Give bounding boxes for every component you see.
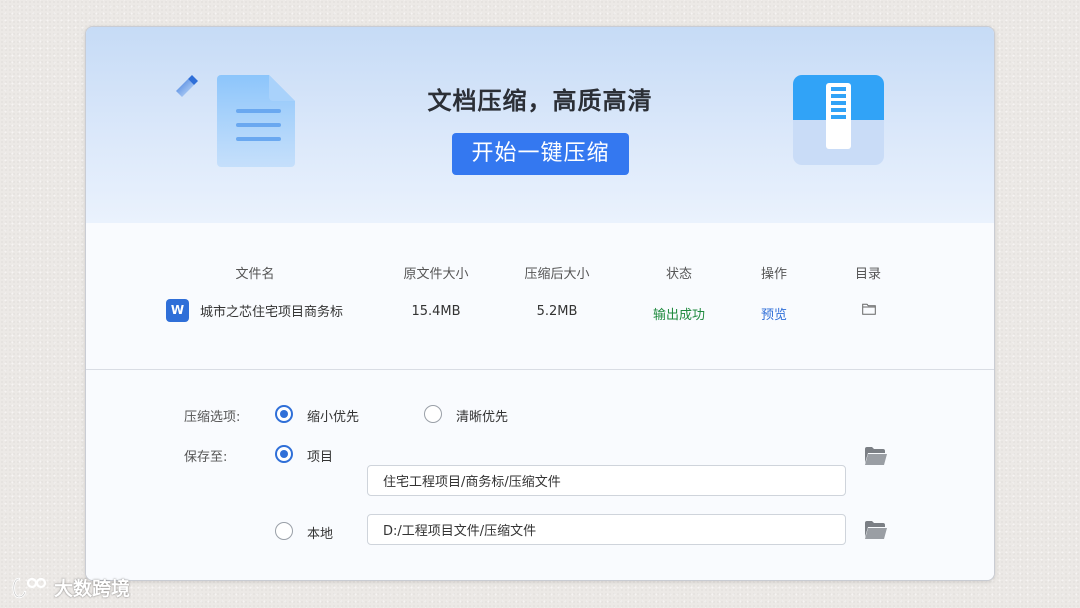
table-row: W 城市之芯住宅项目商务标 — [166, 299, 343, 322]
header-filename: 文件名 — [235, 267, 275, 282]
watermark: 大数跨境 — [10, 574, 130, 601]
header-original-size: 原文件大小 — [403, 267, 469, 282]
radio-save-local[interactable] — [275, 522, 293, 540]
save-local-label[interactable]: 本地 — [307, 523, 333, 542]
header-status: 状态 — [665, 267, 693, 282]
header-action: 操作 — [760, 267, 788, 282]
hero-banner: 文档压缩，高质高清 开始一键压缩 — [86, 27, 994, 223]
watermark-text: 大数跨境 — [54, 578, 131, 600]
options-panel: 压缩选项: 缩小优先 清晰优先 保存至: 项目 本地 — [86, 370, 994, 580]
original-size: 15.4MB — [411, 304, 461, 319]
compress-options-label: 压缩选项: — [184, 410, 241, 425]
file-table: 文件名 原文件大小 压缩后大小 状态 操作 目录 W 城市之芯住宅项目商务标 1… — [86, 223, 994, 369]
compressed-size: 5.2MB — [536, 304, 578, 319]
header-compressed-size: 压缩后大小 — [524, 267, 590, 282]
zip-archive-icon — [793, 75, 884, 165]
folder-open-icon[interactable] — [864, 520, 888, 540]
brand-logo-icon — [12, 577, 47, 598]
file-name: 城市之芯住宅项目商务标 — [200, 305, 344, 320]
save-project-label[interactable]: 项目 — [307, 446, 333, 465]
shrink-first-label[interactable]: 缩小优先 — [307, 406, 359, 425]
local-path-input[interactable] — [367, 514, 846, 545]
preview-link[interactable]: 预览 — [761, 304, 787, 323]
compression-window: 文档压缩，高质高清 开始一键压缩 文件名 原文件大小 压缩后大小 状态 操作 目… — [85, 26, 995, 581]
word-icon-letter: W — [170, 303, 185, 317]
save-to-label: 保存至: — [184, 450, 228, 465]
status-text: 输出成功 — [652, 308, 706, 323]
folder-icon[interactable] — [862, 303, 876, 315]
radio-shrink-first[interactable] — [275, 405, 293, 423]
folder-open-icon[interactable] — [864, 446, 888, 466]
word-icon: W — [166, 299, 189, 322]
clarity-first-label[interactable]: 清晰优先 — [456, 406, 508, 425]
project-path-input[interactable] — [367, 465, 846, 496]
radio-clarity-first[interactable] — [424, 405, 442, 423]
header-directory: 目录 — [854, 267, 882, 282]
radio-save-project[interactable] — [275, 445, 293, 463]
start-compress-button[interactable]: 开始一键压缩 — [452, 133, 629, 175]
